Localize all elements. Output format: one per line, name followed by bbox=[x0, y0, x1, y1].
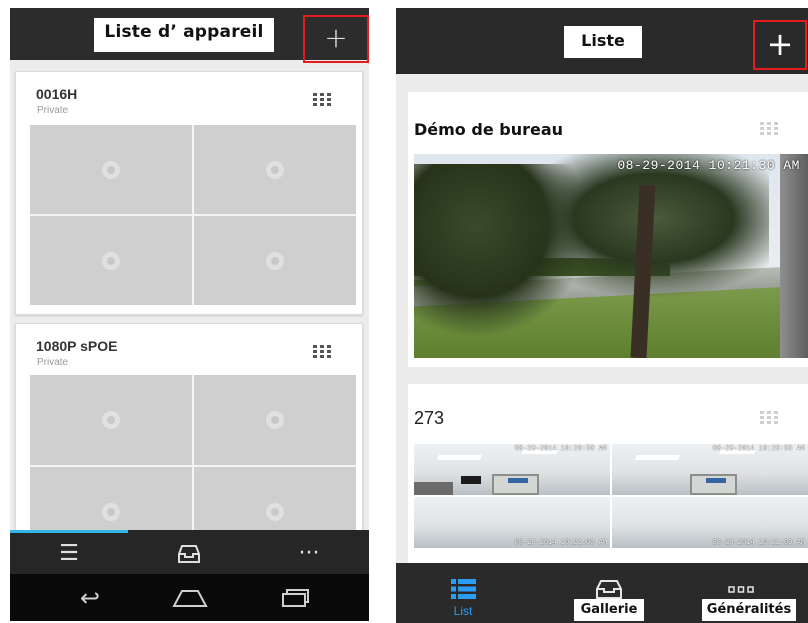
grid-menu-icon[interactable] bbox=[313, 345, 331, 359]
device-name: Démo de bureau bbox=[414, 120, 564, 139]
add-device-button[interactable]: + bbox=[753, 20, 807, 70]
device-card[interactable]: 0016H Private bbox=[15, 71, 363, 315]
camera-grid: 08-29-2014 10:20:50 AM 08-29-2014 10:20:… bbox=[414, 444, 808, 548]
camera-icon bbox=[266, 160, 284, 179]
camera-tile[interactable]: 08-29-2014 10:20:50 AM bbox=[414, 444, 610, 495]
device-name: 0016H bbox=[36, 86, 78, 102]
list-tab-icon[interactable]: ☰ bbox=[10, 535, 128, 573]
add-device-button[interactable]: + bbox=[303, 15, 369, 63]
camera-icon bbox=[266, 251, 284, 270]
camera-tile[interactable] bbox=[194, 216, 356, 305]
camera-icon bbox=[102, 503, 120, 521]
camera-icon bbox=[102, 251, 120, 270]
feed-timestamp: 08-29-2014 10:21:30 AM bbox=[617, 158, 800, 173]
camera-grid bbox=[30, 125, 356, 305]
gallery-tab-icon[interactable] bbox=[130, 535, 248, 573]
tile-timestamp: 08-29-2014 10:20:58 AM bbox=[712, 445, 805, 453]
recents-shape-icon bbox=[282, 589, 309, 607]
device-subtitle: Private bbox=[37, 105, 69, 116]
gallery-icon bbox=[596, 580, 622, 599]
tab-list-label: List bbox=[453, 604, 473, 618]
tile-timestamp: 08-29-2014 10:21:00 AM bbox=[514, 539, 607, 547]
camera-icon bbox=[266, 503, 284, 521]
grid-menu-icon[interactable] bbox=[760, 122, 778, 136]
recents-icon[interactable] bbox=[265, 582, 325, 614]
camera-grid bbox=[30, 375, 356, 557]
page-title: Liste d’ appareil bbox=[104, 22, 264, 42]
camera-tile[interactable]: 08-29-2014 10:20:58 AM bbox=[612, 444, 808, 495]
home-icon[interactable] bbox=[160, 582, 220, 614]
camera-tile[interactable] bbox=[194, 125, 356, 214]
camera-icon bbox=[102, 160, 120, 179]
camera-icon bbox=[102, 411, 120, 429]
camera-tile[interactable]: 08-29-2014 10:21:00 AM bbox=[414, 497, 610, 548]
grid-menu-icon[interactable] bbox=[760, 411, 778, 425]
grid-menu-icon[interactable] bbox=[313, 93, 331, 107]
more-tab-icon[interactable]: ··· bbox=[250, 535, 368, 573]
device-name: 273 bbox=[414, 408, 445, 428]
left-screen: Liste d’ appareil + 0016H Private 1080P … bbox=[10, 8, 369, 621]
page-title: Liste bbox=[581, 31, 625, 50]
camera-tile[interactable] bbox=[194, 375, 356, 465]
right-screen: Liste + Démo de bureau 08-29-2014 10:21:… bbox=[396, 8, 808, 623]
active-tab-indicator bbox=[10, 530, 128, 533]
camera-tile[interactable] bbox=[30, 125, 192, 214]
device-card[interactable]: 1080P sPOE Private bbox=[15, 323, 363, 557]
camera-icon bbox=[266, 411, 284, 429]
device-subtitle: Private bbox=[37, 357, 69, 368]
camera-tile[interactable] bbox=[30, 216, 192, 305]
camera-feed[interactable]: 08-29-2014 10:21:30 AM bbox=[414, 154, 808, 358]
more-icon bbox=[728, 586, 754, 593]
tab-gallery-label: Gallerie bbox=[580, 602, 638, 617]
tray-icon bbox=[178, 545, 200, 563]
tab-general-label: Généralités bbox=[706, 602, 792, 617]
tile-timestamp: 08-29-2014 10:21:00 AM bbox=[712, 539, 805, 547]
list-icon bbox=[451, 579, 476, 599]
back-icon[interactable]: ↩ bbox=[60, 582, 120, 614]
tile-timestamp: 08-29-2014 10:20:50 AM bbox=[514, 445, 607, 453]
camera-tile[interactable]: 08-29-2014 10:21:00 AM bbox=[612, 497, 808, 548]
camera-tile[interactable] bbox=[30, 375, 192, 465]
home-shape-icon bbox=[172, 590, 208, 607]
device-name: 1080P sPOE bbox=[36, 338, 118, 354]
